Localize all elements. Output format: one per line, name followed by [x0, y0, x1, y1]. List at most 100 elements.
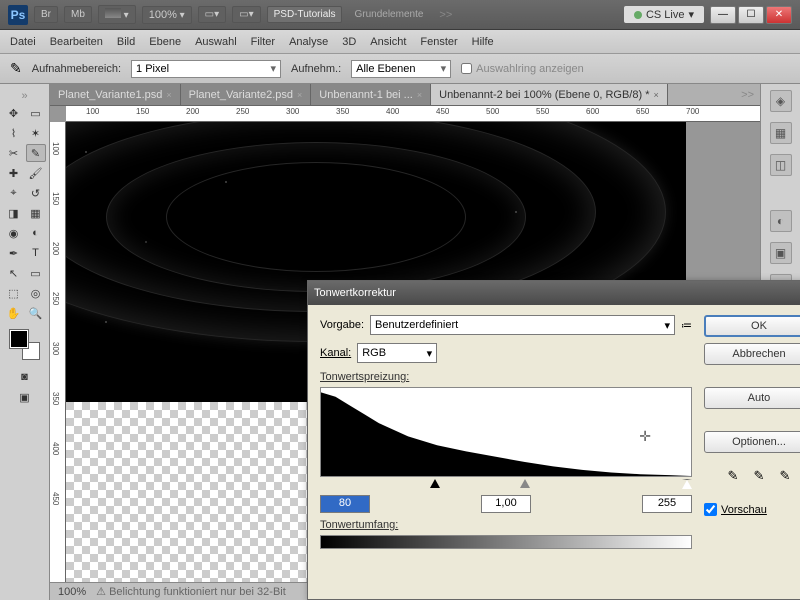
menu-auswahl[interactable]: Auswahl [195, 36, 237, 48]
tab-planet1[interactable]: Planet_Variante1.psd× [50, 84, 181, 105]
preset-menu-icon[interactable]: ≔ [681, 319, 692, 332]
crop-tool[interactable]: ✂ [4, 144, 24, 162]
heal-tool[interactable]: ✚ [4, 164, 24, 182]
show-ring-checkbox[interactable]: Auswahlring anzeigen [461, 63, 584, 75]
screen-mode-2-button[interactable]: ▭▾ [232, 6, 260, 23]
preview-check-input[interactable] [704, 503, 717, 516]
color-swatches[interactable] [10, 330, 40, 360]
maximize-button[interactable]: ☐ [738, 6, 764, 24]
close-icon[interactable]: × [166, 90, 171, 100]
close-icon[interactable]: × [297, 90, 302, 100]
more-workspaces-icon[interactable]: >> [435, 9, 456, 21]
tutorials-button[interactable]: PSD-Tutorials [267, 6, 343, 23]
dialog-title: Tonwertkorrektur [314, 287, 396, 299]
blur-tool[interactable]: ◉ [4, 224, 24, 242]
menu-ebene[interactable]: Ebene [149, 36, 181, 48]
black-point-slider[interactable] [430, 479, 440, 488]
status-zoom[interactable]: 100% [58, 586, 86, 598]
preview-checkbox[interactable]: Vorschau [704, 503, 800, 516]
menu-analyse[interactable]: Analyse [289, 36, 328, 48]
grundelemente-button[interactable]: Grundelemente [348, 7, 429, 22]
histogram[interactable]: ✛ [320, 387, 692, 477]
dialog-title-bar[interactable]: Tonwertkorrektur ✕ [308, 281, 800, 305]
black-eyedropper-icon[interactable]: ✎ [723, 467, 743, 485]
tab-unbenannt2[interactable]: Unbenannt-2 bei 100% (Ebene 0, RGB/8) *× [431, 84, 668, 105]
menu-datei[interactable]: Datei [10, 36, 36, 48]
sample-layers-select[interactable]: Alle Ebenen [351, 60, 451, 78]
minibridge-button[interactable]: Mb [64, 6, 92, 23]
more-tabs-icon[interactable]: >> [737, 89, 760, 101]
close-button[interactable]: ✕ [766, 6, 792, 24]
title-bar: Ps Br Mb ▾ 100% ▾ ▭▾ ▭▾ PSD-Tutorials Gr… [0, 0, 800, 30]
white-eyedropper-icon[interactable]: ✎ [775, 467, 795, 485]
styles-panel-icon[interactable]: ◫ [770, 154, 792, 176]
options-button[interactable]: Optionen... [704, 431, 800, 453]
foreground-color-swatch[interactable] [10, 330, 28, 348]
adjustments-panel-icon[interactable]: ◐ [770, 210, 792, 232]
close-icon[interactable]: × [417, 90, 422, 100]
swatches-panel-icon[interactable]: ▦ [770, 122, 792, 144]
arrange-docs-button[interactable]: ▾ [98, 5, 136, 24]
histogram-label: Tonwertspreizung: [320, 371, 692, 383]
white-input[interactable]: 255 [642, 495, 692, 513]
ruler-vertical[interactable]: 100150200250300350400450 [50, 122, 66, 582]
white-point-slider[interactable] [682, 479, 692, 489]
tab-planet2[interactable]: Planet_Variante2.psd× [181, 84, 312, 105]
ruler-horizontal[interactable]: 100150200250300350400450500550600650700 [66, 106, 760, 122]
channel-select[interactable]: RGB [357, 343, 437, 363]
preset-label: Vorgabe: [320, 319, 364, 331]
gray-eyedropper-icon[interactable]: ✎ [749, 467, 769, 485]
eraser-tool[interactable]: ◨ [4, 204, 24, 222]
menu-ansicht[interactable]: Ansicht [370, 36, 406, 48]
3d-tool[interactable]: ⬚ [4, 284, 24, 302]
wand-tool[interactable]: ✶ [26, 124, 46, 142]
type-tool[interactable]: T [26, 244, 46, 262]
hand-tool[interactable]: ✋ [4, 304, 24, 322]
shape-tool[interactable]: ▭ [26, 264, 46, 282]
input-sliders[interactable] [320, 479, 692, 491]
eyedropper-tool[interactable]: ✎ [26, 144, 46, 162]
menu-3d[interactable]: 3D [342, 36, 356, 48]
gradient-tool[interactable]: ▦ [26, 204, 46, 222]
ring-check-input[interactable] [461, 63, 472, 74]
zoom-tool[interactable]: 🔍 [26, 304, 46, 322]
gamma-input[interactable]: 1,00 [481, 495, 531, 513]
quickmask-tool[interactable]: ◙ [15, 368, 35, 386]
options-bar: ✎ Aufnahmebereich: 1 Pixel Aufnehm.: All… [0, 54, 800, 84]
menu-bild[interactable]: Bild [117, 36, 135, 48]
history-brush-tool[interactable]: ↺ [26, 184, 46, 202]
menu-filter[interactable]: Filter [251, 36, 275, 48]
color-panel-icon[interactable]: ◈ [770, 90, 792, 112]
marquee-tool[interactable]: ▭ [26, 104, 46, 122]
cancel-button[interactable]: Abbrechen [704, 343, 800, 365]
minimize-button[interactable]: — [710, 6, 736, 24]
preset-select[interactable]: Benutzerdefiniert [370, 315, 675, 335]
output-gradient[interactable] [320, 535, 692, 549]
menu-fenster[interactable]: Fenster [420, 36, 457, 48]
midtone-slider[interactable] [520, 479, 530, 488]
close-icon[interactable]: × [653, 90, 658, 100]
screenmode-tool[interactable]: ▣ [15, 388, 35, 406]
pen-tool[interactable]: ✒ [4, 244, 24, 262]
zoom-level-button[interactable]: 100% ▾ [142, 6, 192, 24]
stamp-tool[interactable]: ⌖ [4, 184, 24, 202]
bridge-button[interactable]: Br [34, 6, 58, 23]
3d-camera-tool[interactable]: ◎ [26, 284, 46, 302]
dodge-tool[interactable]: ◐ [26, 224, 46, 242]
cs-live-button[interactable]: CS Live ▾ [624, 6, 704, 23]
black-input[interactable]: 80 [320, 495, 370, 513]
masks-panel-icon[interactable]: ▣ [770, 242, 792, 264]
screen-mode-1-button[interactable]: ▭▾ [198, 6, 226, 23]
sample-size-select[interactable]: 1 Pixel [131, 60, 281, 78]
path-tool[interactable]: ↖ [4, 264, 24, 282]
auto-button[interactable]: Auto [704, 387, 800, 409]
brush-tool[interactable]: 🖌 [26, 164, 46, 182]
tools-collapse-icon[interactable]: » [2, 90, 47, 102]
menu-hilfe[interactable]: Hilfe [472, 36, 494, 48]
lasso-tool[interactable]: ⌇ [4, 124, 24, 142]
move-tool[interactable]: ✥ [4, 104, 24, 122]
tab-unbenannt1[interactable]: Unbenannt-1 bei ...× [311, 84, 431, 105]
levels-dialog[interactable]: Tonwertkorrektur ✕ Vorgabe: Benutzerdefi… [307, 280, 800, 600]
ok-button[interactable]: OK [704, 315, 800, 337]
menu-bearbeiten[interactable]: Bearbeiten [50, 36, 103, 48]
